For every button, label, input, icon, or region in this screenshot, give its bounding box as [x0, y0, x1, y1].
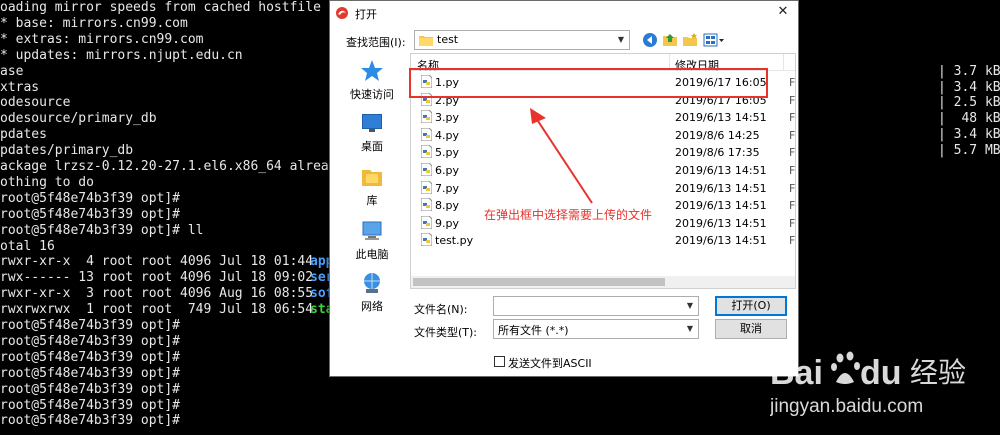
svg-text:du: du [860, 354, 902, 392]
annotation-text: 在弹出框中选择需要上传的文件 [484, 208, 653, 222]
svg-text:Bai: Bai [770, 354, 823, 392]
svg-text:经验: 经验 [910, 356, 966, 389]
baidu-watermark: Bai du 经验 jingyan.baidu.com [769, 348, 990, 432]
highlight-box [409, 68, 768, 98]
baidu-logo-icon: Bai du 经验 jingyan.baidu.com [769, 351, 966, 417]
annotation-arrow [535, 117, 593, 204]
svg-text:jingyan.baidu.com: jingyan.baidu.com [770, 396, 923, 417]
